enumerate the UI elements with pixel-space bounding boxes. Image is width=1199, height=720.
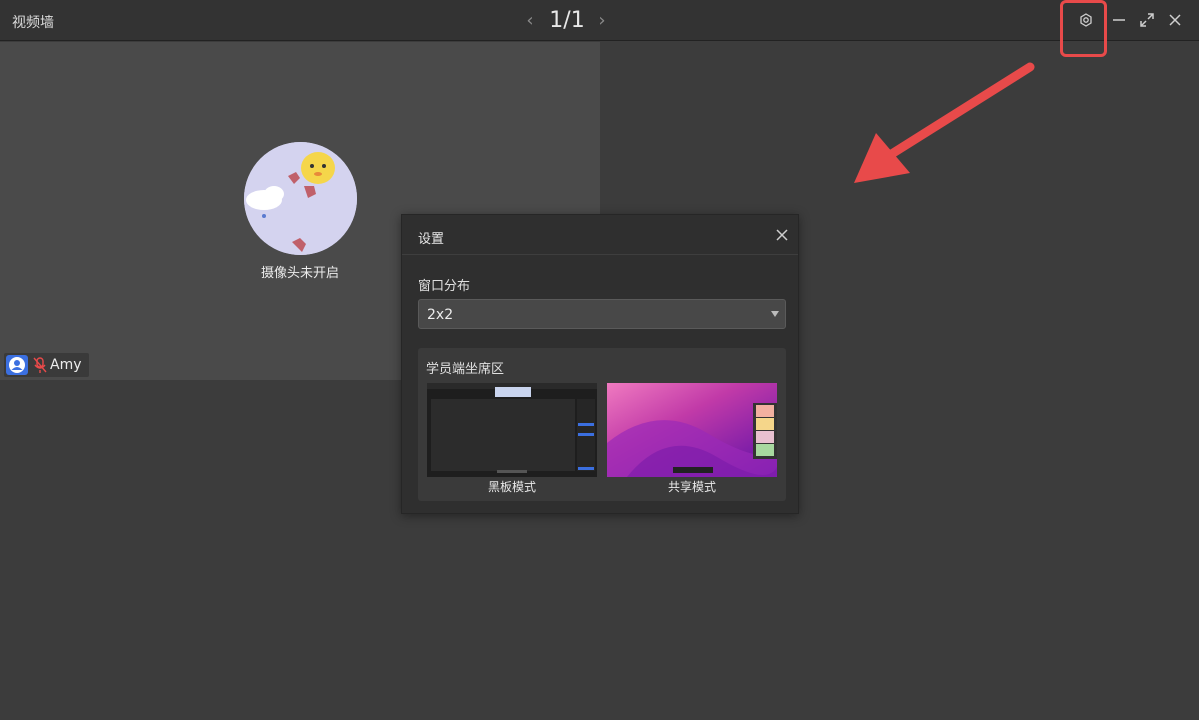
share-mode-label: 共享模式 (667, 480, 716, 494)
mic-muted-icon (32, 356, 48, 374)
layout-select[interactable]: 2x2 (418, 299, 786, 329)
blackboard-mode-label: 黑板模式 (487, 480, 536, 494)
chevron-right-icon[interactable]: › (594, 11, 610, 31)
maximize-icon[interactable] (1137, 10, 1157, 30)
annotation-arrow (854, 62, 1035, 183)
seat-area-panel: 学员端坐席区 黑板模式 共享模式 (418, 348, 786, 501)
user-icon (6, 355, 28, 375)
avatar (244, 142, 357, 255)
caret-down-icon (771, 311, 779, 317)
seat-area-label: 学员端坐席区 (426, 362, 505, 377)
dialog-header: 设置 (402, 215, 798, 255)
pagination: ‹ 1/1 › (522, 6, 612, 36)
page-indicator: 1/1 (549, 8, 585, 33)
settings-dialog: 设置 窗口分布 2x2 学员端坐席区 黑板模式 共享模式 (401, 214, 799, 514)
share-mode-thumbnail[interactable] (607, 383, 777, 477)
dialog-title: 设置 (418, 232, 445, 247)
window-title: 视频墙 (12, 15, 54, 31)
participant-name: Amy (50, 357, 82, 373)
participant-name-tag: Amy (4, 353, 89, 377)
blackboard-mode-thumbnail[interactable] (427, 383, 597, 477)
camera-status-text: 摄像头未开启 (260, 266, 339, 281)
chevron-left-icon[interactable]: ‹ (522, 11, 538, 31)
minimize-icon[interactable] (1109, 10, 1129, 30)
dialog-close-icon[interactable] (774, 227, 790, 243)
close-icon[interactable] (1165, 10, 1185, 30)
title-bar: 视频墙 ‹ 1/1 › (0, 0, 1199, 41)
layout-select-value: 2x2 (427, 307, 454, 323)
settings-hexagon-icon[interactable] (1076, 10, 1096, 30)
layout-label: 窗口分布 (418, 279, 471, 294)
